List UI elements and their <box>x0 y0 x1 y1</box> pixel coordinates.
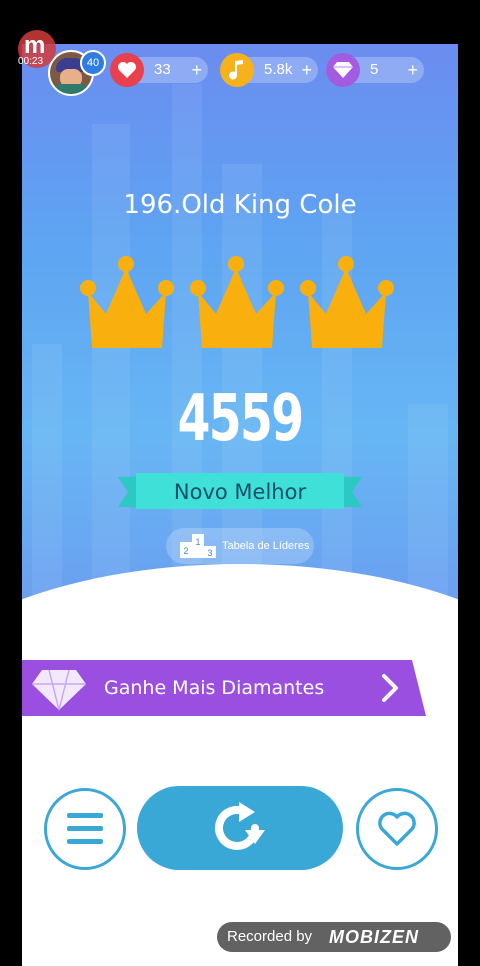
add-lives-button[interactable]: + <box>191 57 202 83</box>
new-best-label: Novo Melhor <box>173 480 307 504</box>
svg-text:3: 3 <box>207 548 212 558</box>
crown-icon <box>300 256 394 348</box>
recording-watermark: Recorded by MOBIZEN <box>217 922 451 952</box>
heart-icon <box>110 53 144 87</box>
watermark-label: Recorded by <box>227 928 313 945</box>
recorder-time: 00:23 <box>18 56 44 67</box>
notes-counter[interactable]: 5.8k + <box>220 53 318 87</box>
game-screen: 40 33 + 5.8k + 5 + 196.Old King Cole 455… <box>22 44 458 966</box>
level-badge: 40 <box>80 50 106 76</box>
notes-value: 5.8k <box>264 61 293 78</box>
menu-button[interactable] <box>44 788 126 870</box>
top-bar: 40 33 + 5.8k + 5 + <box>22 44 458 104</box>
recorder-indicator: m 00:23 <box>18 30 58 80</box>
add-diamonds-button[interactable]: + <box>407 57 418 83</box>
like-button[interactable] <box>356 788 438 870</box>
crown-icon <box>80 256 174 348</box>
music-note-icon <box>220 53 254 87</box>
replay-button[interactable] <box>137 786 343 870</box>
heart-outline-icon <box>378 811 416 846</box>
leaderboard-button[interactable]: 2 1 3 Tabela de Líderes <box>166 528 314 564</box>
diamonds-counter[interactable]: 5 + <box>326 53 424 87</box>
svg-text:2: 2 <box>183 546 188 556</box>
diamonds-value: 5 <box>370 61 379 78</box>
replay-icon <box>215 802 265 850</box>
diamond-icon <box>326 53 360 87</box>
svg-text:1: 1 <box>195 537 200 547</box>
lives-counter[interactable]: 33 + <box>110 53 208 87</box>
crown-icon <box>190 256 284 348</box>
mobizen-logo: MOBIZEN <box>329 927 419 947</box>
crown-rating <box>80 256 394 348</box>
score: 4559 <box>177 382 304 456</box>
podium-icon: 2 1 3 <box>180 534 216 558</box>
hero-curve <box>22 564 458 604</box>
add-notes-button[interactable]: + <box>301 57 312 83</box>
leaderboard-label: Tabela de Líderes <box>222 540 310 552</box>
menu-icon <box>67 813 103 844</box>
lives-value: 33 <box>154 61 171 78</box>
song-title: 196.Old King Cole <box>123 190 357 220</box>
get-diamonds-label: Ganhe Mais Diamantes <box>104 677 325 699</box>
